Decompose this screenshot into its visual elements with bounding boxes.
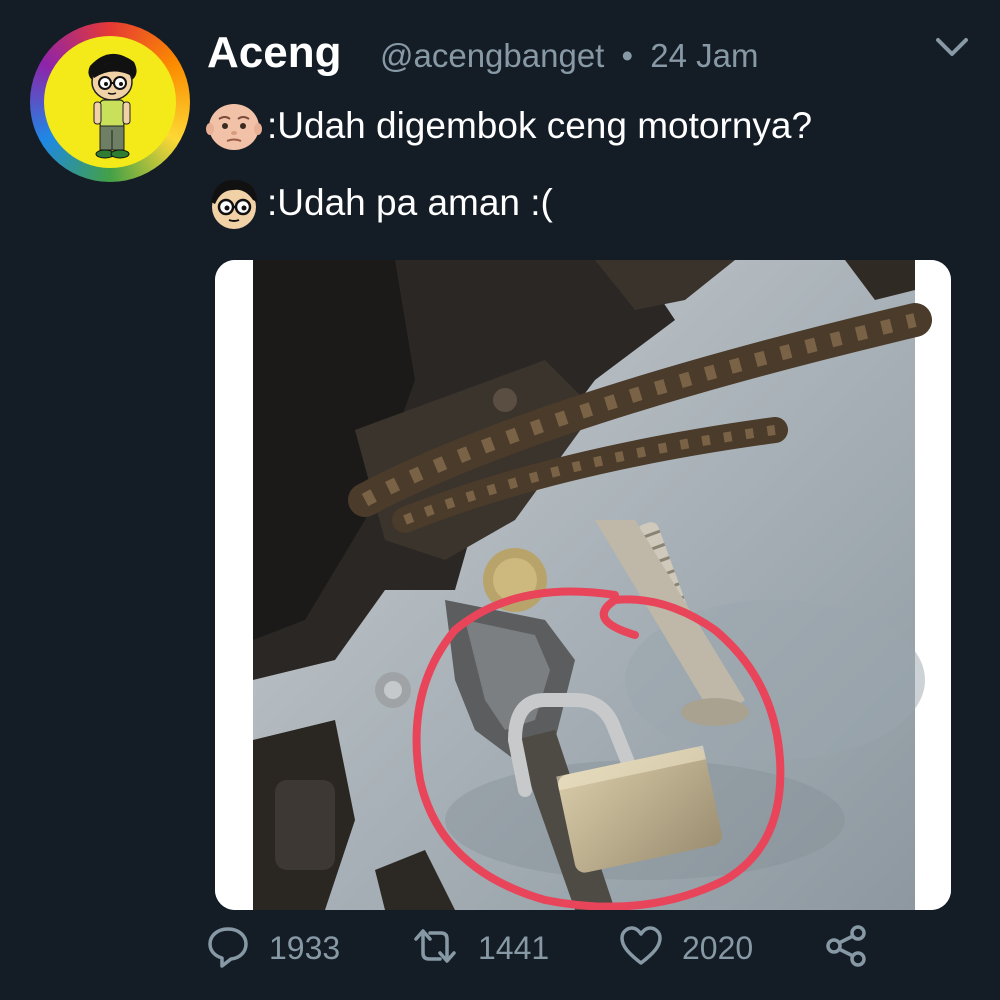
tweet: Aceng @acengbanget • 24 Jam :Udah digemb…: [0, 0, 1000, 1000]
retweet-button[interactable]: 1441: [410, 918, 549, 978]
display-name[interactable]: Aceng: [207, 28, 341, 78]
retweet-count: 1441: [478, 929, 550, 966]
tweet-line-1-text: :Udah digembok ceng motornya?: [267, 105, 813, 146]
avatar-cartoon-boy: [44, 36, 176, 168]
share-icon: [823, 923, 869, 974]
reply-button[interactable]: 1933: [205, 918, 340, 978]
tweet-actions: 1933 1441 2020: [205, 918, 905, 978]
share-button[interactable]: [823, 918, 869, 978]
avatar[interactable]: [30, 22, 190, 182]
like-button[interactable]: 2020: [618, 918, 753, 978]
tweet-line-2: :Udah pa aman :(: [205, 170, 553, 236]
reply-count: 1933: [269, 929, 341, 966]
retweet-icon: [410, 923, 460, 974]
chevron-down-icon[interactable]: [930, 30, 974, 66]
tweet-media-image[interactable]: [215, 260, 951, 910]
heart-icon: [618, 923, 664, 974]
photo-motorcycle-padlock: [215, 260, 951, 910]
timestamp[interactable]: 24 Jam: [650, 36, 758, 76]
handle[interactable]: @acengbanget: [380, 36, 604, 76]
tweet-line-1: :Udah digembok ceng motornya?: [205, 96, 812, 156]
meta-separator: •: [621, 37, 634, 74]
tweet-meta: @acengbanget • 24 Jam: [380, 36, 758, 76]
baby-face-emoji: [205, 97, 263, 155]
reply-icon: [205, 923, 251, 974]
glasses-boy-emoji: [205, 174, 263, 232]
tweet-line-2-text: :Udah pa aman :(: [267, 182, 553, 223]
like-count: 2020: [682, 929, 754, 966]
